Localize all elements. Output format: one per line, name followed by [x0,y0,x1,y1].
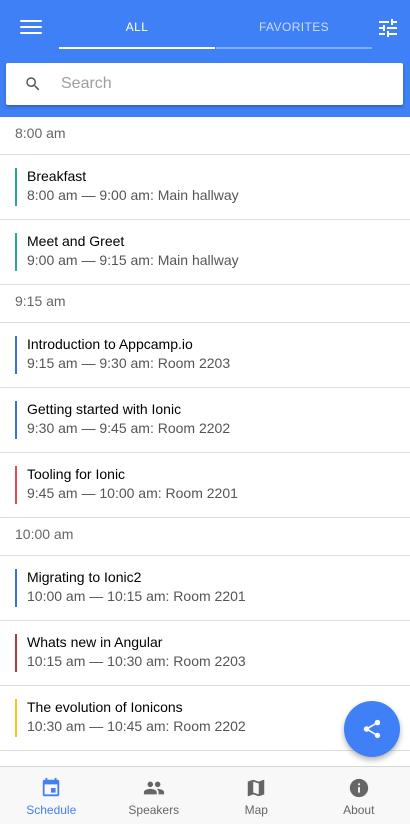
track-color-bar [15,401,17,439]
session-item[interactable]: Tooling for Ionic 9:45 am — 10:00 am: Ro… [0,453,410,518]
session-item[interactable]: Introduction to Appcamp.io 9:15 am — 9:3… [0,323,410,388]
segment-all[interactable]: ALL [59,8,215,49]
track-color-bar [15,168,17,206]
session-detail: 10:15 am — 10:30 am: Room 2203 [27,653,246,669]
tune-icon [379,19,397,37]
session-title: Breakfast [27,168,87,184]
share-icon [363,719,381,739]
info-icon [349,778,368,798]
track-color-bar [15,634,17,672]
session-detail: 9:15 am — 9:30 am: Room 2203 [27,355,231,371]
search-input[interactable] [61,63,391,105]
time-divider: 8:00 am [0,117,410,155]
tab-speakers[interactable]: Speakers [103,767,206,824]
tab-schedule[interactable]: Schedule [0,767,103,824]
bottom-tab-bar: Schedule Speakers Map About [0,766,410,824]
tab-label: Map [244,803,268,817]
session-detail: 8:00 am — 9:00 am: Main hallway [27,187,239,203]
time-divider: 9:15 am [0,285,410,323]
segment-favorites[interactable]: FAVORITES [216,8,372,49]
track-color-bar [15,699,17,737]
session-title: Migrating to Ionic2 [27,569,142,585]
tab-about[interactable]: About [308,767,410,824]
schedule-list[interactable]: 8:00 am Breakfast 8:00 am — 9:00 am: Mai… [0,117,410,766]
session-title: Introduction to Appcamp.io [27,336,193,352]
tab-label: About [343,803,375,817]
filter-button[interactable] [376,16,400,40]
session-item[interactable]: Getting started with Ionic 9:30 am — 9:4… [0,388,410,453]
track-color-bar [15,569,17,607]
menu-icon [20,20,42,34]
people-icon [143,781,164,795]
tab-map[interactable]: Map [205,767,308,824]
session-detail: 9:45 am — 10:00 am: Room 2201 [27,485,238,501]
session-title: Whats new in Angular [27,634,163,650]
tab-label: Schedule [26,803,77,817]
track-color-bar [15,466,17,504]
share-fab-button[interactable] [344,701,400,757]
tab-label: Speakers [128,803,180,817]
session-detail: 10:00 am — 10:15 am: Room 2201 [27,588,246,604]
app-header: ALL FAVORITES [0,0,410,117]
session-title: Getting started with Ionic [27,401,182,417]
session-item[interactable]: Whats new in Angular 10:15 am — 10:30 am… [0,621,410,686]
session-detail: 10:30 am — 10:45 am: Room 2202 [27,718,246,734]
search-bar [6,63,403,105]
segment-control: ALL FAVORITES [59,8,372,49]
calendar-icon [43,777,60,797]
map-icon [248,779,265,797]
time-divider: 10:00 am [0,518,410,556]
menu-button[interactable] [20,17,42,39]
track-color-bar [15,336,17,374]
session-item[interactable]: Meet and Greet 9:00 am — 9:15 am: Main h… [0,220,410,285]
session-title: Tooling for Ionic [27,466,126,482]
session-detail: 9:00 am — 9:15 am: Main hallway [27,252,239,268]
search-icon [26,77,40,91]
session-title: The evolution of Ionicons [27,699,183,715]
session-detail: 9:30 am — 9:45 am: Room 2202 [27,420,231,436]
track-color-bar [15,233,17,271]
session-title: Meet and Greet [27,233,125,249]
session-item[interactable]: Migrating to Ionic2 10:00 am — 10:15 am:… [0,556,410,621]
session-item[interactable]: Breakfast 8:00 am — 9:00 am: Main hallwa… [0,155,410,220]
